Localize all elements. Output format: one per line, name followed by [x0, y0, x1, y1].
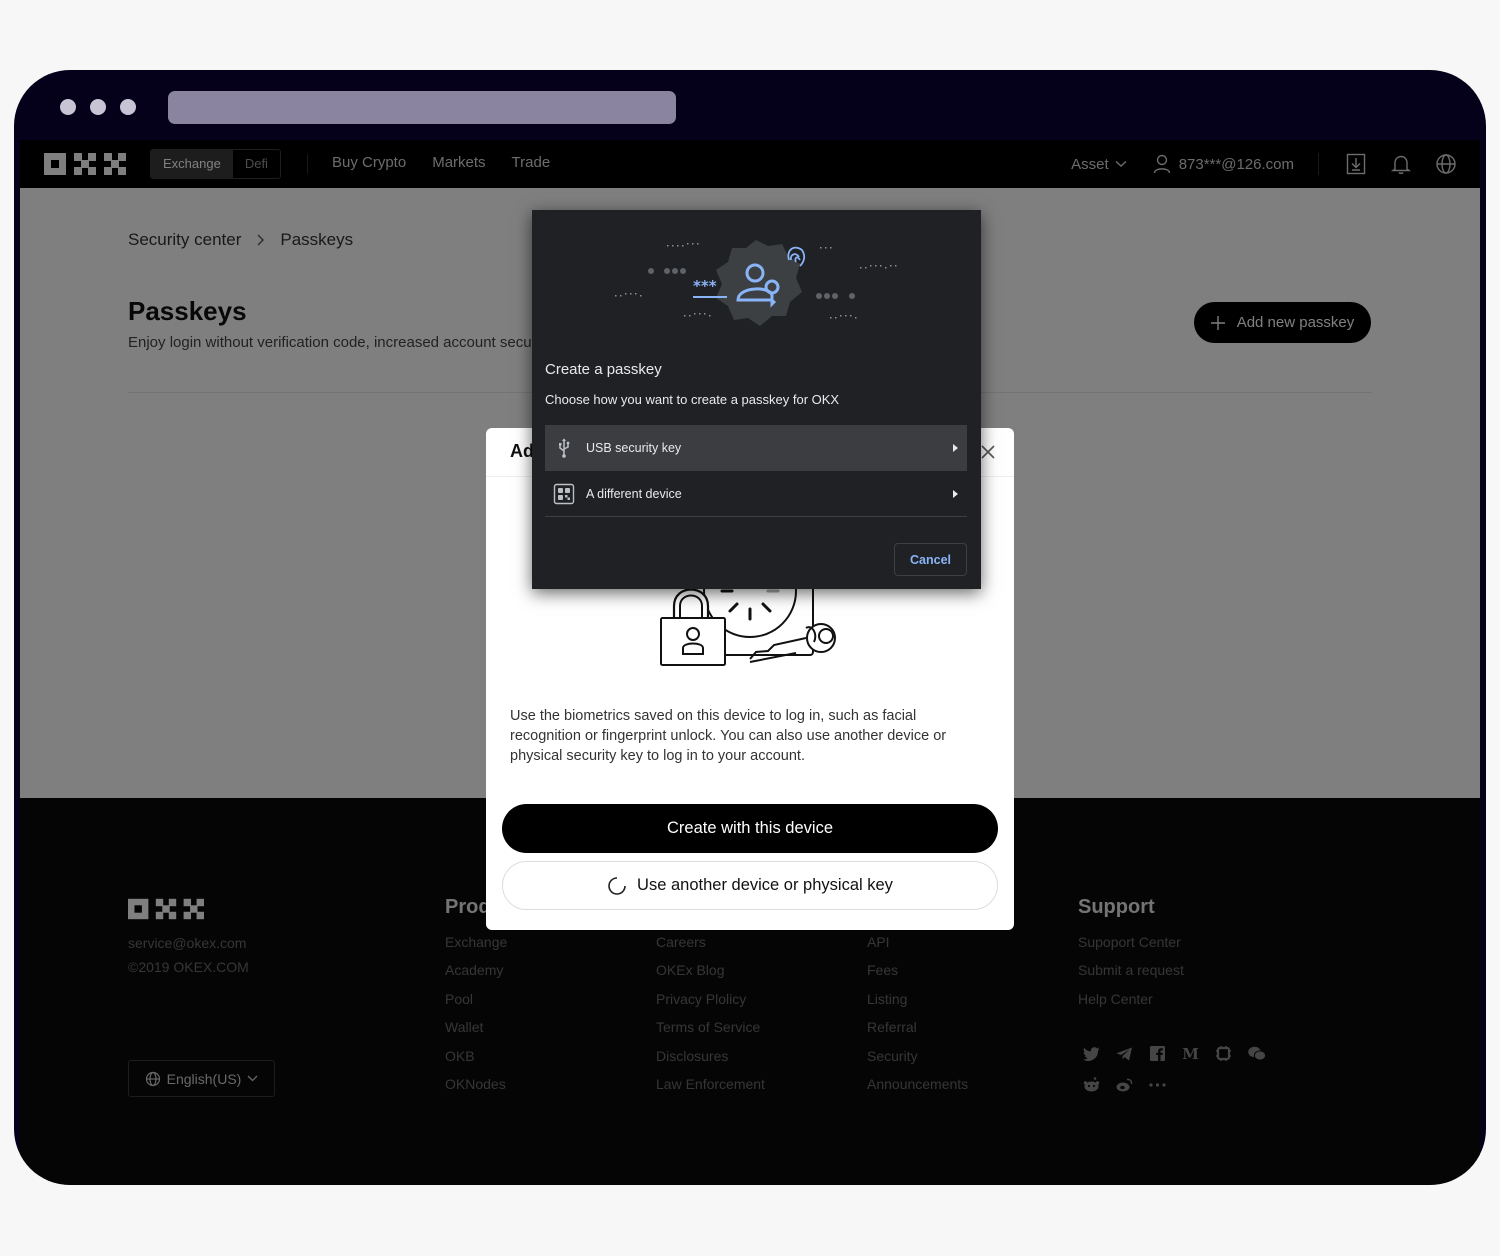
spinner-icon: [608, 876, 626, 895]
use-another-device-button[interactable]: Use another device or physical key: [502, 861, 998, 910]
create-with-this-device-button[interactable]: Create with this device: [502, 804, 998, 853]
minimize-window-dot[interactable]: [90, 99, 106, 115]
modal-description: Use the biometrics saved on this device …: [510, 708, 947, 764]
chevron-right-icon: [953, 489, 958, 498]
passkey-dialog-subtitle: Choose how you want to create a passkey …: [545, 392, 840, 407]
option-usb-security-key[interactable]: USB security key: [545, 425, 967, 471]
web-page: Exchange Defi Buy Crypto Markets Trade A…: [20, 140, 1480, 1185]
address-bar[interactable]: [168, 91, 676, 124]
close-icon[interactable]: [978, 442, 998, 462]
window-controls: [60, 99, 136, 115]
close-window-dot[interactable]: [60, 99, 76, 115]
maximize-window-dot[interactable]: [120, 99, 136, 115]
option-usb-label: USB security key: [586, 441, 682, 455]
option-different-device[interactable]: A different device: [545, 471, 967, 517]
browser-passkey-dialog: *** Create a passkey Choose how you want…: [532, 210, 981, 589]
passkey-hero-illustration: ***: [615, 240, 897, 326]
password-mask-text: ***: [693, 277, 717, 295]
passkey-dialog-title: Create a passkey: [545, 361, 662, 378]
qr-code-icon: [553, 483, 575, 504]
usb-icon: [559, 438, 570, 458]
option-different-device-label: A different device: [586, 486, 682, 501]
chevron-right-icon: [953, 444, 958, 452]
browser-window: Exchange Defi Buy Crypto Markets Trade A…: [14, 70, 1486, 1185]
use-another-device-label: Use another device or physical key: [637, 876, 893, 894]
passkey-cancel-button[interactable]: Cancel: [894, 543, 967, 576]
